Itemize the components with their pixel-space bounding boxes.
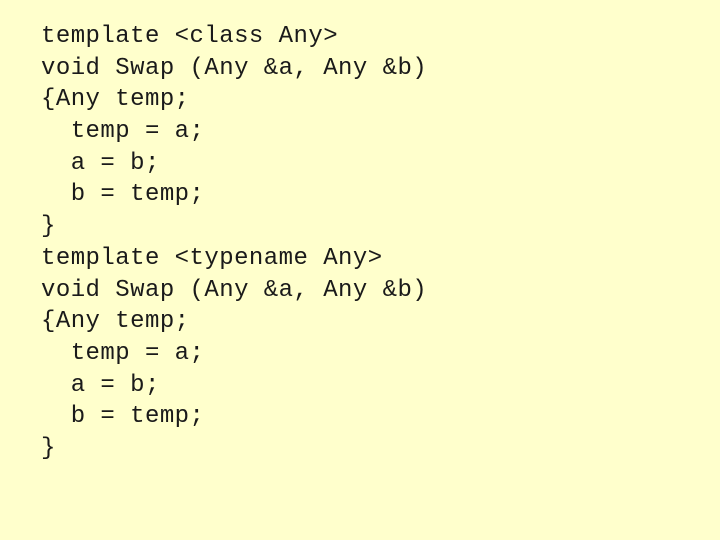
code-line: temp = a;: [41, 118, 205, 146]
code-line: temp = a;: [41, 339, 205, 367]
code-line: a = b;: [41, 371, 160, 399]
slide-canvas: template <class Any> void Swap (Any &a, …: [0, 0, 720, 540]
code-line: template <typename Any>: [41, 244, 383, 272]
code-line: b = temp;: [41, 403, 205, 431]
code-line: a = b;: [41, 149, 160, 177]
code-line: }: [41, 213, 56, 241]
code-listing: template <class Any> void Swap (Any &a, …: [41, 21, 701, 465]
code-line: void Swap (Any &a, Any &b): [41, 276, 428, 304]
code-line: void Swap (Any &a, Any &b): [41, 54, 428, 82]
code-line: {Any temp;: [41, 86, 190, 114]
code-line: {Any temp;: [41, 308, 190, 336]
code-line: template <class Any>: [41, 23, 339, 50]
code-line: b = temp;: [41, 181, 205, 209]
code-line: }: [41, 434, 56, 462]
